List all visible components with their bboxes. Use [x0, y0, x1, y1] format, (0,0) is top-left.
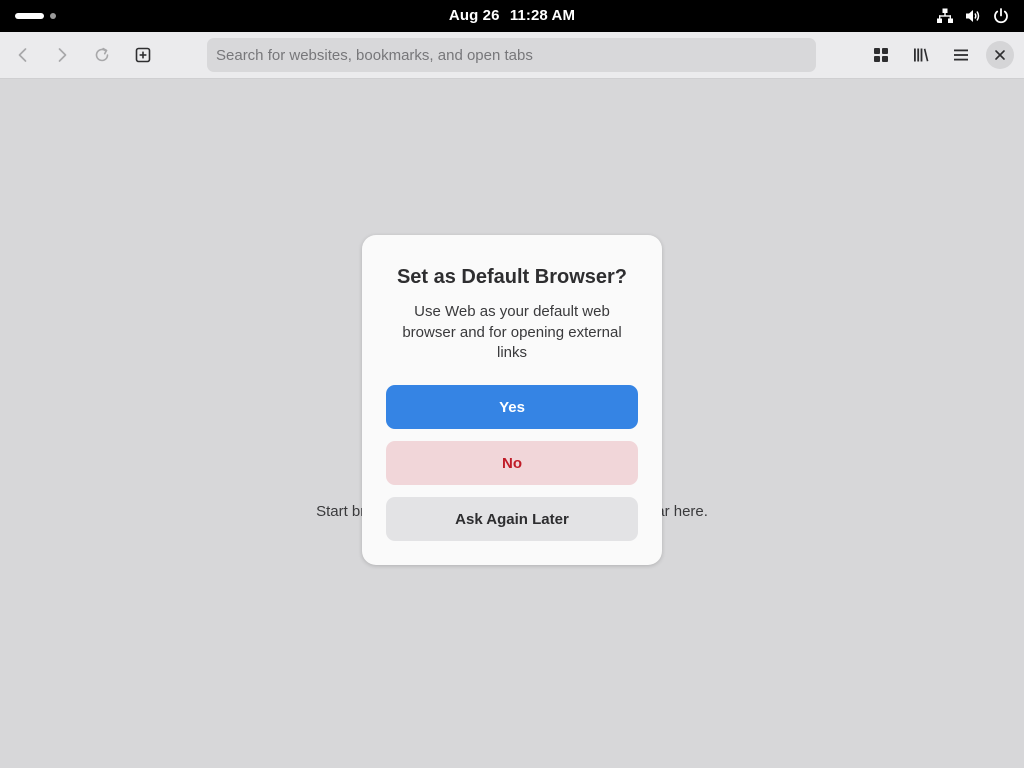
- forward-icon: [58, 48, 67, 62]
- clock[interactable]: Aug 26 11:28 AM: [0, 0, 1024, 32]
- volume-icon: [966, 10, 980, 22]
- library-icon: [914, 48, 929, 62]
- new-tab-icon: [135, 47, 151, 63]
- no-button[interactable]: No: [386, 441, 638, 485]
- top-bar: Aug 26 11:28 AM: [0, 0, 1024, 32]
- address-bar[interactable]: [207, 38, 816, 72]
- tab-overview-button[interactable]: [864, 38, 898, 72]
- forward-button[interactable]: [45, 38, 79, 72]
- back-button[interactable]: [6, 38, 40, 72]
- dialog-title: Set as Default Browser?: [396, 266, 628, 288]
- menu-icon: [954, 49, 968, 61]
- desktop: Aug 26 11:28 AM Search for websites, boo…: [0, 0, 1024, 768]
- new-tab-button[interactable]: [126, 38, 160, 72]
- clock-time: 11:28 AM: [509, 7, 576, 24]
- library-button[interactable]: [904, 38, 938, 72]
- dialog-body: Use Web as your default web browser and …: [402, 303, 622, 361]
- yes-button[interactable]: Yes: [386, 385, 638, 429]
- system-tray[interactable]: [936, 7, 1010, 25]
- window-close-button[interactable]: [986, 41, 1014, 69]
- search-input[interactable]: [207, 38, 816, 72]
- tab-overview-icon: [874, 48, 888, 62]
- reload-icon: [95, 47, 109, 62]
- close-icon: [995, 50, 1005, 60]
- network-icon: [937, 8, 953, 23]
- reload-button[interactable]: [85, 38, 119, 72]
- default-browser-dialog: Set as Default Browser? Use Web as your …: [362, 235, 662, 565]
- back-icon: [18, 48, 27, 62]
- main-menu-button[interactable]: [944, 38, 978, 72]
- ask-again-later-button[interactable]: Ask Again Later: [386, 497, 638, 541]
- power-icon: [994, 8, 1008, 24]
- browser-toolbar: [0, 32, 1024, 79]
- clock-date: Aug 26: [448, 7, 500, 24]
